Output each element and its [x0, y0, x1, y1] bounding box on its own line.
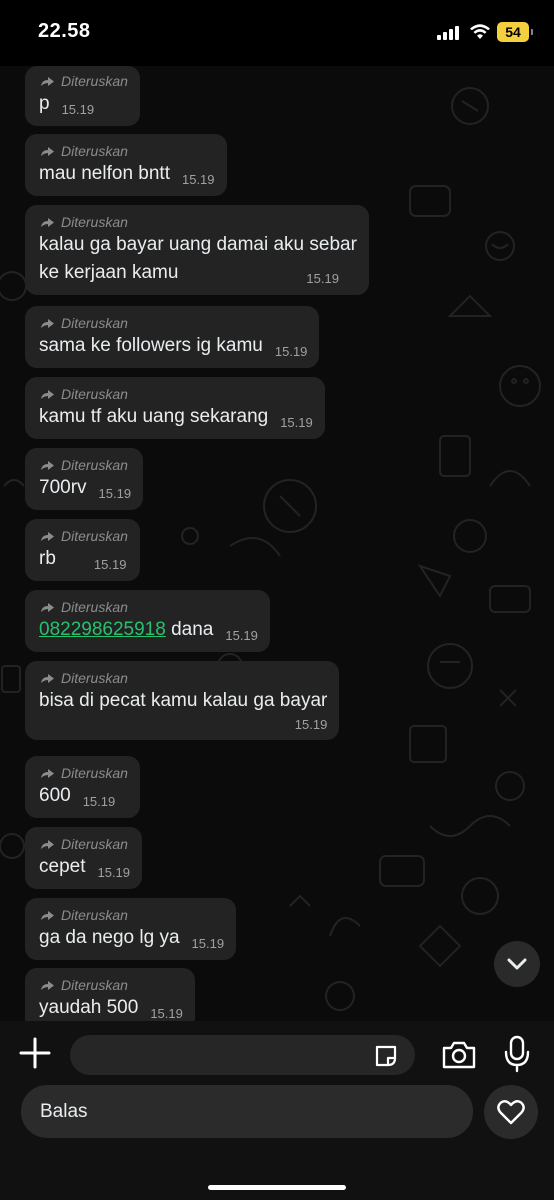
message-text: kalau ga bayar uang damai aku sebar	[39, 234, 357, 255]
message-text: bisa di pecat kamu kalau ga bayar	[39, 690, 328, 711]
message-text: sama ke followers ig kamu	[39, 335, 263, 356]
forwarded-label: Diteruskan	[39, 213, 357, 231]
forward-arrow-icon	[41, 319, 54, 328]
forward-arrow-icon	[41, 532, 54, 541]
message-time: 15.19	[97, 865, 131, 880]
status-bar: 22.58 54	[0, 0, 554, 66]
status-time: 22.58	[38, 20, 91, 42]
forward-arrow-icon	[41, 147, 54, 156]
plus-icon[interactable]	[18, 1036, 52, 1070]
forward-arrow-icon	[41, 911, 54, 920]
forwarded-label: Diteruskan	[39, 142, 215, 160]
forward-arrow-icon	[41, 603, 54, 612]
message-time: 15.19	[82, 794, 116, 809]
forwarded-label: Diteruskan	[39, 314, 307, 332]
message-text: kamu tf aku uang sekarang	[39, 406, 269, 427]
wifi-icon	[470, 24, 490, 39]
chat-area[interactable]: Diteruskan p 15.19 Diteruskan mau nelfon …	[0, 66, 554, 1021]
message-text: cepet	[39, 856, 86, 877]
message-time: 15.19	[98, 486, 132, 501]
message-time: 15.19	[294, 717, 328, 732]
message-time: 15.19	[61, 102, 95, 117]
message-text: yaudah 500	[39, 997, 139, 1018]
reply-input[interactable]: Balas	[21, 1085, 473, 1138]
sticker-icon[interactable]	[373, 1043, 399, 1069]
message-bubble[interactable]: Diteruskan 082298625918 dana 15.19	[25, 590, 270, 652]
message-bubble[interactable]: Diteruskan yaudah 500 15.19	[25, 968, 195, 1021]
forward-arrow-icon	[41, 981, 54, 990]
message-text: ke kerjaan kamu	[39, 262, 179, 283]
message-bubble[interactable]: Diteruskan 700rv 15.19	[25, 448, 144, 510]
forward-arrow-icon	[41, 674, 54, 683]
message-bubble[interactable]: Diteruskan rb 15.19	[25, 519, 140, 581]
forward-arrow-icon	[41, 390, 54, 399]
forwarded-label: Diteruskan	[39, 669, 327, 687]
message-time: 15.19	[181, 172, 215, 187]
message-text: ga da nego lg ya	[39, 927, 180, 948]
message-bubble[interactable]: Diteruskan 600 15.19	[25, 756, 140, 818]
chevron-down-icon	[507, 958, 527, 970]
message-bubble[interactable]: Diteruskan mau nelfon bntt 15.19	[25, 134, 227, 196]
heart-button[interactable]	[484, 1085, 538, 1139]
forwarded-label: Diteruskan	[39, 976, 183, 994]
forwarded-label: Diteruskan	[39, 385, 313, 403]
forwarded-label: Diteruskan	[39, 72, 128, 90]
forward-arrow-icon	[41, 461, 54, 470]
heart-icon	[497, 1100, 525, 1125]
message-bubble[interactable]: Diteruskan kalau ga bayar uang damai aku…	[25, 205, 369, 295]
scroll-to-bottom-button[interactable]	[494, 941, 540, 987]
message-time: 15.19	[306, 271, 339, 286]
message-bubble[interactable]: Diteruskan cepet 15.19	[25, 827, 143, 889]
message-time: 15.19	[280, 415, 313, 430]
message-time: 15.19	[191, 936, 225, 951]
forwarded-label: Diteruskan	[39, 527, 128, 545]
message-time: 15.19	[93, 557, 127, 572]
composer-bar: Balas	[0, 1021, 554, 1200]
forwarded-label: Diteruskan	[39, 764, 128, 782]
message-text: p	[39, 93, 50, 114]
home-indicator	[208, 1185, 346, 1190]
signal-icon	[437, 26, 459, 40]
message-bubble[interactable]: Diteruskan p 15.19	[25, 66, 140, 126]
message-bubble[interactable]: Diteruskan bisa di pecat kamu kalau ga b…	[25, 661, 340, 740]
message-bubble[interactable]: Diteruskan kamu tf aku uang sekarang 15.1…	[25, 377, 325, 439]
message-text: mau nelfon bntt	[39, 163, 170, 184]
message-bubble[interactable]: Diteruskan sama ke followers ig kamu 15.1…	[25, 306, 320, 368]
message-text: 082298625918 dana	[39, 619, 214, 640]
forward-arrow-icon	[41, 840, 54, 849]
phone-number-link[interactable]: 082298625918	[39, 619, 166, 640]
message-time: 15.19	[274, 344, 308, 359]
camera-icon[interactable]	[441, 1039, 477, 1071]
forwarded-label: Diteruskan	[39, 598, 258, 616]
mic-icon[interactable]	[503, 1035, 531, 1073]
message-text: rb	[39, 548, 56, 569]
message-time: 15.19	[225, 628, 258, 643]
forwarded-label: Diteruskan	[39, 456, 131, 474]
message-time: 15.19	[150, 1006, 183, 1021]
forward-arrow-icon	[41, 218, 54, 227]
forward-arrow-icon	[41, 769, 54, 778]
forward-arrow-icon	[41, 77, 54, 86]
forwarded-label: Diteruskan	[39, 835, 130, 853]
message-text: 700rv	[39, 477, 87, 498]
message-text: 600	[39, 785, 71, 806]
battery-icon: 54	[497, 22, 533, 42]
message-input[interactable]	[70, 1035, 415, 1075]
message-bubble[interactable]: Diteruskan ga da nego lg ya 15.19	[25, 898, 237, 960]
forwarded-label: Diteruskan	[39, 906, 224, 924]
